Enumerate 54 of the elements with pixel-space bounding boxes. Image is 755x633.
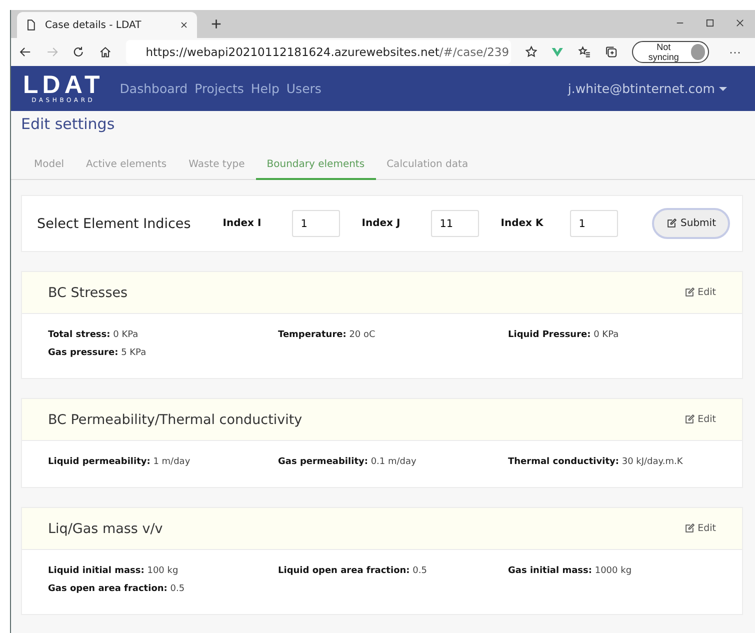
- field-label: Index J: [362, 218, 402, 229]
- field-text: Liquid initial mass: 100 kg: [48, 566, 180, 576]
- avatar-icon: [690, 44, 706, 60]
- browser-tab[interactable]: Case details - LDAT: [17, 12, 197, 38]
- close-icon[interactable]: [179, 20, 189, 30]
- edit-icon: [684, 287, 695, 298]
- field-text: Gas pressure: 5 KPa: [48, 348, 148, 358]
- input-field[interactable]: 1: [570, 210, 618, 237]
- edit-icon: [684, 523, 695, 534]
- field-text: Temperature: 20 oC: [278, 330, 376, 340]
- new-tab-button[interactable]: +: [207, 14, 226, 35]
- section-title: BC Permeability/Thermal conductivity: [48, 412, 302, 428]
- home-icon[interactable]: [99, 45, 112, 59]
- favorites-icon[interactable]: [578, 45, 591, 59]
- close-icon[interactable]: [735, 18, 745, 28]
- edit-icon: [684, 414, 695, 425]
- section-title: BC Stresses: [48, 284, 128, 300]
- input-field[interactable]: 11: [430, 210, 479, 237]
- edit-button[interactable]: Edit: [684, 523, 716, 534]
- field-text: Gas open area fraction: 0.5: [48, 584, 186, 594]
- section-title: Liq/Gas mass v/v: [48, 520, 163, 536]
- edit-button[interactable]: Edit: [684, 287, 716, 298]
- tab-title: Case details - LDAT: [45, 20, 142, 30]
- field-text: Liquid Pressure: 0 KPa: [508, 330, 620, 340]
- edit-button[interactable]: Edit: [684, 414, 716, 425]
- field-text: Gas permeability: 0.1 m/day: [278, 457, 418, 467]
- field-text: Total stress: 0 KPa: [48, 330, 140, 340]
- page-title: Edit settings: [20, 114, 116, 135]
- field-text: Thermal conductivity: 30 kJ/day.m.K: [508, 457, 684, 467]
- nav-link[interactable]: Projects: [194, 81, 244, 96]
- sync-button[interactable]: Not syncing: [632, 41, 710, 63]
- field-text: Liquid open area fraction: 0.5: [278, 566, 428, 576]
- address-bar[interactable]: https://webapi20210112181624.azurewebsites.net/#/case/239: [126, 40, 511, 64]
- maximize-icon[interactable]: [705, 18, 715, 28]
- panel-title: Select Element Indices: [37, 216, 191, 232]
- nav-link[interactable]: Dashboard: [120, 81, 188, 96]
- nav-link[interactable]: Help: [250, 81, 280, 96]
- user-menu[interactable]: j.white@btinternet.com: [562, 80, 733, 97]
- page-icon: [25, 19, 37, 31]
- back-icon[interactable]: [19, 45, 32, 59]
- nav-link[interactable]: Users: [286, 81, 322, 96]
- forward-icon: [46, 45, 58, 59]
- url-text: https://webapi20210112181624.azurewebsites.net/#/case/239: [146, 45, 510, 59]
- input-field[interactable]: 1: [292, 210, 340, 237]
- star-add-icon[interactable]: [524, 45, 538, 59]
- edit-icon: [666, 218, 677, 229]
- collections-icon[interactable]: [604, 45, 618, 59]
- more-button[interactable]: ···: [723, 44, 748, 60]
- field-text: Liquid permeability: 1 m/day: [48, 457, 192, 467]
- reload-icon[interactable]: [72, 45, 86, 59]
- field-text: Gas initial mass: 1000 kg: [508, 566, 633, 576]
- field-label: Index K: [500, 218, 544, 229]
- field-label: Index I: [222, 218, 262, 229]
- submit-button[interactable]: Submit: [652, 208, 730, 239]
